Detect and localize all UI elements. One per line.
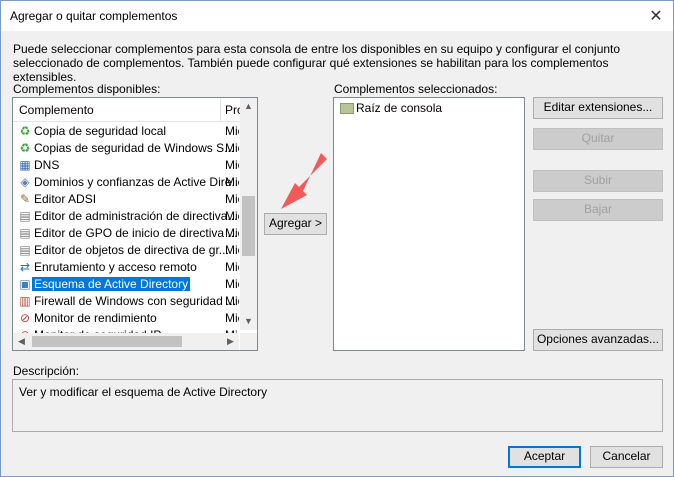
list-item[interactable]: ▤ Editor de objetos de directiva de gr...… (13, 242, 239, 259)
intro-text: Puede seleccionar complementos para esta… (13, 42, 621, 84)
column-header-snapin[interactable]: Complemento (19, 103, 94, 117)
schema-icon: ▣ (19, 277, 31, 291)
snapin-name: Esquema de Active Directory (32, 277, 191, 291)
edit-extensions-button[interactable]: Editar extensiones... (533, 97, 663, 119)
policy-icon: ▤ (19, 209, 31, 223)
available-list[interactable]: Complemento Pro ♻ Copia de seguridad loca… (12, 97, 258, 351)
selected-list[interactable]: Raíz de consola (333, 97, 525, 351)
console-root-label: Raíz de consola (356, 101, 443, 115)
available-rows: ♻Copia de seguridad localMic♻Copias de s… (13, 123, 239, 333)
list-item[interactable]: ▤ Editor de administración de directiva..… (13, 208, 239, 225)
snapin-provider: Mic (225, 294, 239, 308)
snapin-provider: Mic (225, 260, 239, 274)
firewall-icon: ▥ (19, 294, 31, 308)
close-icon[interactable]: ✕ (639, 1, 673, 31)
list-header: Complemento Pro (13, 98, 250, 122)
snapin-name: Editor ADSI (34, 192, 97, 206)
description-box: Ver y modificar el esquema de Active Dir… (12, 379, 663, 432)
snapin-provider: Mic (225, 141, 239, 155)
title-bar: Agregar o quitar complementos ✕ (1, 1, 673, 31)
horizontal-scrollbar[interactable]: ◀ ▶ (13, 333, 239, 350)
dialog-window: Agregar o quitar complementos ✕ Puede se… (0, 0, 674, 477)
remove-button[interactable]: Quitar (533, 128, 663, 150)
backup-icon: ♻ (19, 124, 31, 138)
description-text: Ver y modificar el esquema de Active Dir… (19, 385, 268, 399)
column-separator[interactable] (220, 98, 221, 122)
list-item[interactable]: Raíz de consola (340, 101, 442, 115)
snapin-provider: Mic (225, 158, 239, 172)
snapin-name: Editor de administración de directiva... (34, 209, 238, 223)
list-item[interactable]: ▥ Firewall de Windows con seguridad ... Mi… (13, 293, 239, 310)
snapin-provider: Mic (225, 209, 239, 223)
list-item[interactable]: ▤ Editor de GPO de inicio de directiva ..… (13, 225, 239, 242)
ok-button[interactable]: Aceptar (508, 446, 581, 468)
advanced-options-button[interactable]: Opciones avanzadas... (533, 329, 663, 351)
scroll-thumb[interactable] (242, 196, 255, 256)
snapin-name: Editor de GPO de inicio de directiva ... (34, 226, 238, 240)
snapin-provider: Mic (225, 311, 239, 325)
scroll-up-icon[interactable]: ▲ (240, 98, 257, 115)
snapin-name: Monitor de rendimiento (34, 311, 157, 325)
description-label: Descripción: (13, 364, 80, 378)
move-up-button[interactable]: Subir (533, 170, 663, 192)
snapin-provider: Mic (225, 192, 239, 206)
available-label: Complementos disponibles: (13, 82, 161, 96)
snapin-provider: Mic (225, 226, 239, 240)
list-item[interactable]: ▦DNS Mic (13, 157, 239, 174)
snapin-name: Firewall de Windows con seguridad ... (34, 294, 237, 308)
list-item[interactable]: ✎Editor ADSI Mic (13, 191, 239, 208)
adsi-icon: ✎ (19, 192, 31, 206)
snapin-provider: Mic (225, 124, 239, 138)
scroll-corner (240, 333, 257, 350)
scroll-down-icon[interactable]: ▼ (240, 313, 257, 330)
snapin-name: Enrutamiento y acceso remoto (34, 260, 197, 274)
policy-icon: ▤ (19, 243, 31, 257)
routing-icon: ⇄ (19, 260, 31, 274)
window-title: Agregar o quitar complementos (10, 9, 178, 23)
list-item[interactable]: ◈ Dominios y confianzas de Active Dire...… (13, 174, 239, 191)
snapin-provider: Mic (225, 277, 239, 291)
snapin-name: Editor de objetos de directiva de gr... (34, 243, 229, 257)
list-item[interactable]: ⊘Monitor de rendimiento Mic (13, 310, 239, 327)
move-down-button[interactable]: Bajar (533, 199, 663, 221)
monitor-icon: ⊘ (19, 311, 31, 325)
cancel-button[interactable]: Cancelar (590, 446, 663, 468)
scroll-right-icon[interactable]: ▶ (222, 333, 239, 350)
pointer-arrow-icon (281, 153, 327, 209)
selected-label: Complementos seleccionados: (334, 82, 498, 96)
snapin-name: Dominios y confianzas de Active Dire... (34, 175, 239, 189)
list-item[interactable]: ▣Esquema de Active Directory Mic (13, 276, 239, 293)
snapin-provider: Mic (225, 243, 239, 257)
add-button[interactable]: Agregar > (264, 213, 327, 235)
vertical-scrollbar[interactable]: ▲ ▼ (240, 98, 257, 330)
domains-icon: ◈ (20, 175, 30, 189)
dns-icon: ▦ (19, 158, 31, 172)
policy-icon: ▤ (19, 226, 31, 240)
folder-icon (340, 103, 354, 115)
list-item[interactable]: ♻Copia de seguridad local Mic (13, 123, 239, 140)
scroll-left-icon[interactable]: ◀ (13, 333, 30, 350)
snapin-provider: Mic (225, 175, 239, 189)
hscroll-thumb[interactable] (32, 336, 182, 347)
snapin-name: DNS (34, 158, 60, 172)
snapin-name: Copia de seguridad local (34, 124, 167, 138)
backup-icon: ♻ (19, 141, 31, 155)
list-item[interactable]: ⇄Enrutamiento y acceso remoto Mic (13, 259, 239, 276)
list-item[interactable]: ♻Copias de seguridad de Windows S...Mic (13, 140, 239, 157)
snapin-name: Copias de seguridad de Windows S... (34, 141, 235, 155)
